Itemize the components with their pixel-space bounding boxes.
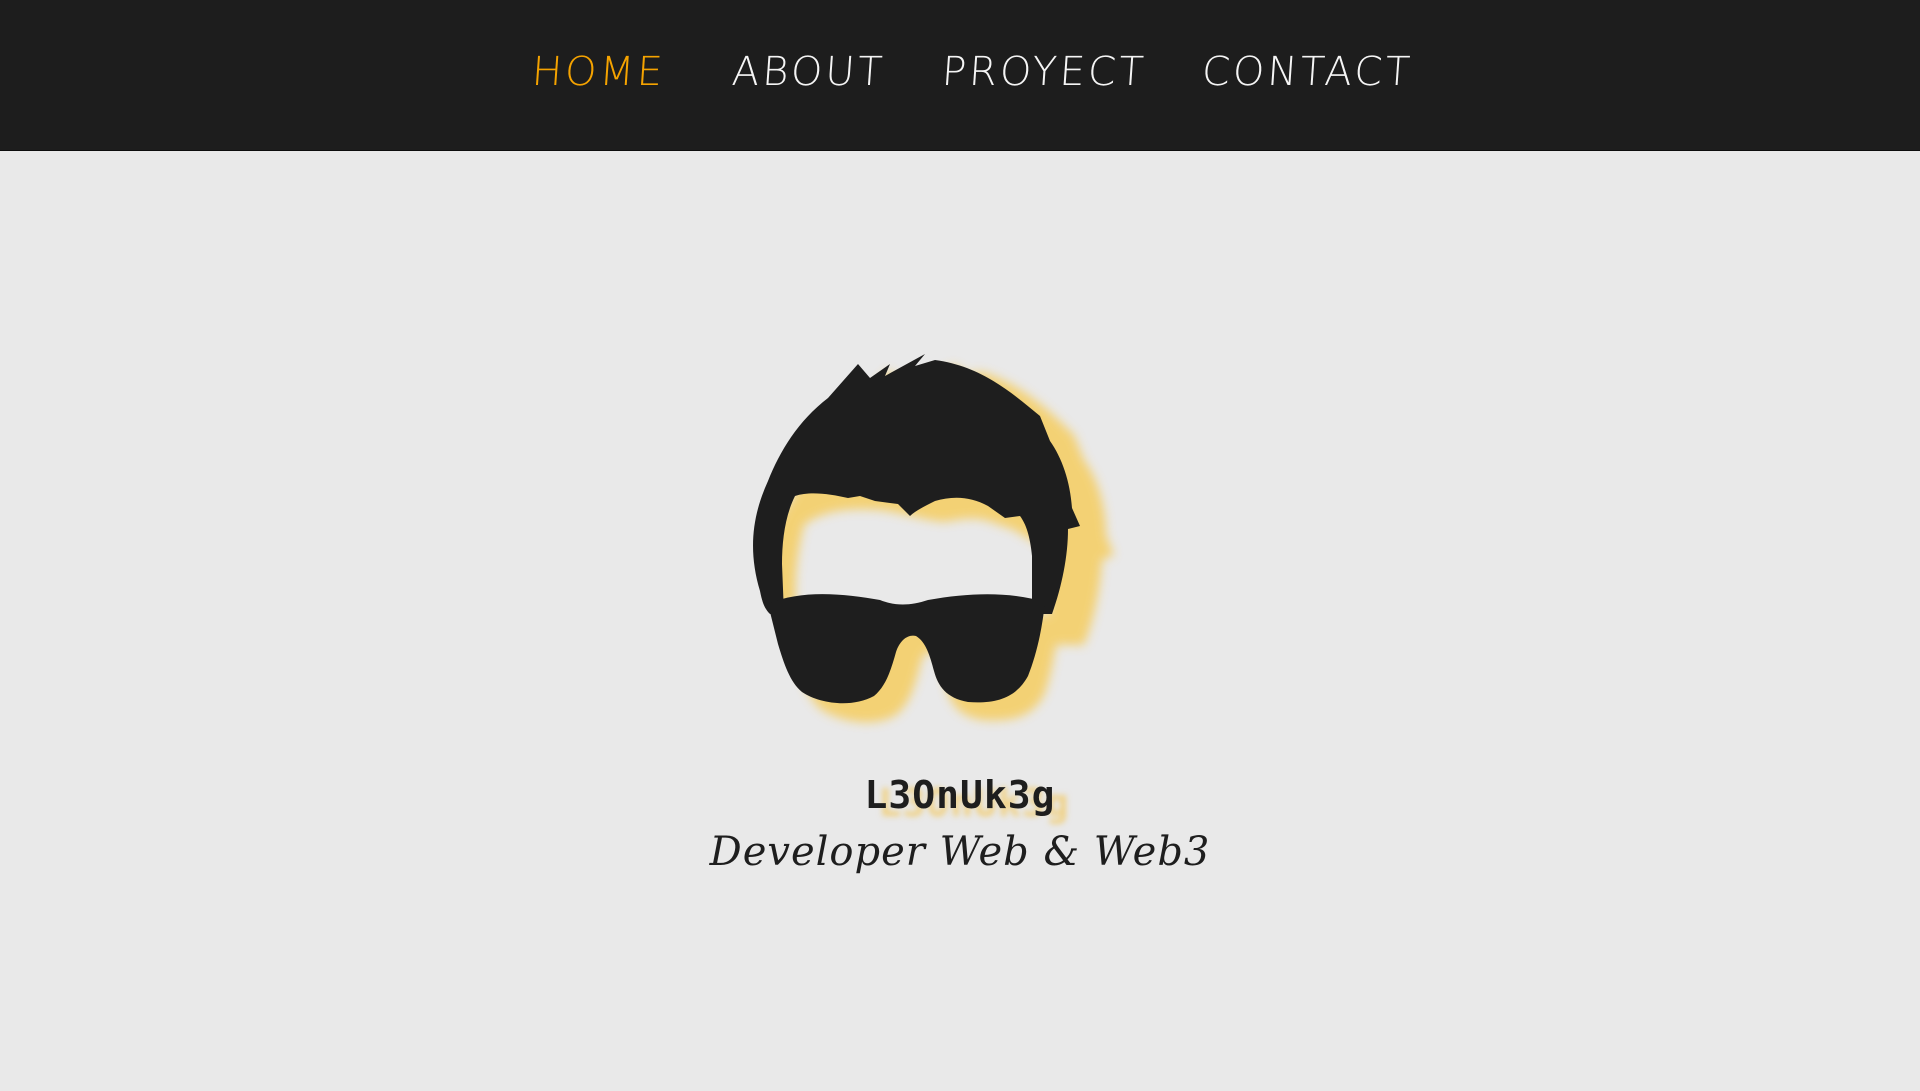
nav-link-proyect[interactable]: PROYECT: [940, 46, 1148, 98]
brand-name: L3OnUk3g: [864, 773, 1056, 817]
tagline: Developer Web & Web3: [709, 829, 1211, 875]
nav-link-about[interactable]: ABOUT: [730, 46, 887, 98]
top-navbar: HOME ABOUT PROYECT CONTACT: [0, 0, 1920, 151]
hero-section: L3OnUk3g Developer Web & Web3: [0, 151, 1920, 1091]
nav-link-contact[interactable]: CONTACT: [1200, 46, 1414, 98]
avatar-sunglasses-icon: [753, 354, 1114, 723]
nav-link-home[interactable]: HOME: [530, 46, 667, 98]
